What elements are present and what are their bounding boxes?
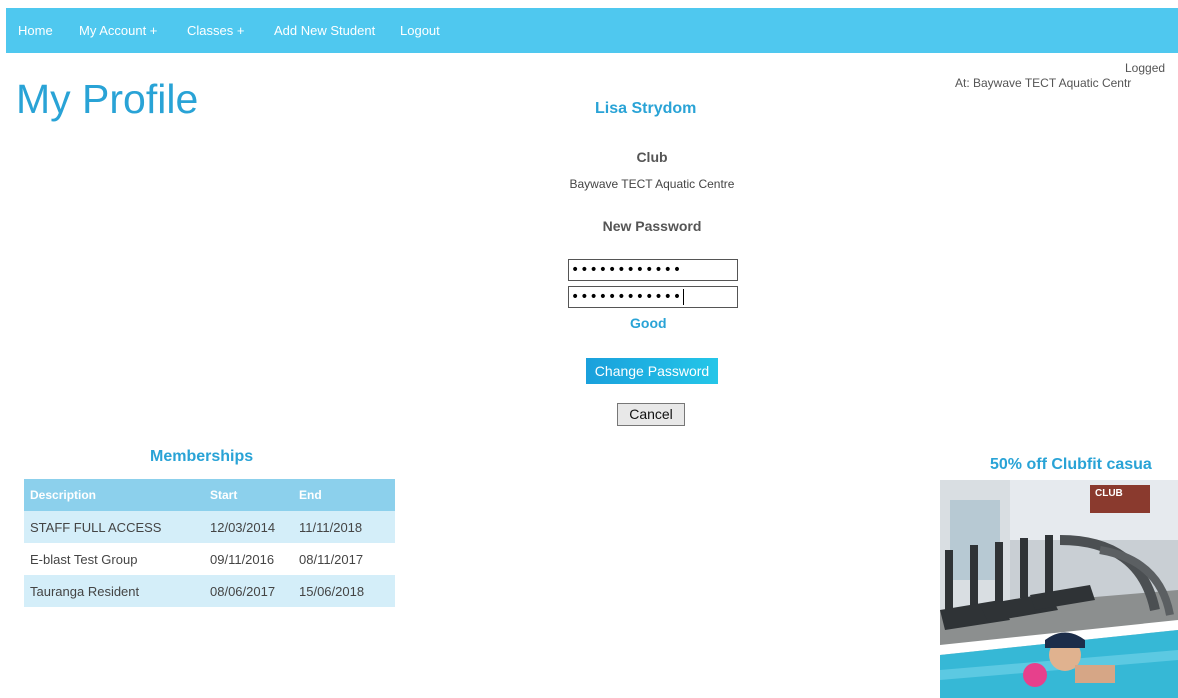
promo-image[interactable]: CLUB bbox=[940, 480, 1178, 698]
membership-description: Tauranga Resident bbox=[24, 575, 204, 607]
membership-end: 08/11/2017 bbox=[293, 543, 395, 575]
club-label: Club bbox=[636, 149, 668, 165]
password-strength: Good bbox=[630, 315, 667, 331]
column-header-end: End bbox=[293, 479, 395, 511]
nav-logout[interactable]: Logout bbox=[400, 23, 440, 38]
membership-end: 15/06/2018 bbox=[293, 575, 395, 607]
cancel-button[interactable]: Cancel bbox=[617, 403, 685, 426]
logged-in-text: Logged bbox=[1125, 61, 1166, 75]
table-row: STAFF FULL ACCESS 12/03/2014 11/11/2018 bbox=[24, 511, 395, 543]
membership-description: E-blast Test Group bbox=[24, 543, 204, 575]
nav-classes[interactable]: Classes + bbox=[187, 23, 244, 38]
password-mask: •••••••••••• bbox=[571, 262, 683, 278]
password-confirm-mask: •••••••••••• bbox=[571, 289, 683, 305]
column-header-description: Description bbox=[24, 479, 204, 511]
page-title: My Profile bbox=[16, 76, 199, 122]
change-password-button[interactable]: Change Password bbox=[586, 358, 718, 384]
confirm-password-input[interactable]: •••••••••••• bbox=[568, 286, 738, 308]
top-navbar: Home My Account + Classes + Add New Stud… bbox=[6, 8, 1178, 53]
text-caret bbox=[683, 289, 685, 305]
membership-start: 08/06/2017 bbox=[204, 575, 293, 607]
gym-pool-image: CLUB bbox=[940, 480, 1178, 698]
nav-my-account[interactable]: My Account + bbox=[79, 23, 157, 38]
table-row: E-blast Test Group 09/11/2016 08/11/2017 bbox=[24, 543, 395, 575]
logged-at-location: At: Baywave TECT Aquatic Centr bbox=[955, 76, 1132, 90]
profile-name: Lisa Strydom bbox=[595, 100, 697, 117]
table-row: Tauranga Resident 08/06/2017 15/06/2018 bbox=[24, 575, 395, 607]
club-sign: CLUB bbox=[1095, 488, 1123, 499]
column-header-start: Start bbox=[204, 479, 293, 511]
club-value: Baywave TECT Aquatic Centre bbox=[569, 177, 735, 191]
nav-home[interactable]: Home bbox=[18, 23, 53, 38]
nav-add-new-student[interactable]: Add New Student bbox=[274, 23, 375, 38]
membership-description: STAFF FULL ACCESS bbox=[24, 511, 204, 543]
new-password-label: New Password bbox=[602, 218, 702, 234]
table-header-row: Description Start End bbox=[24, 479, 395, 511]
new-password-input[interactable]: •••••••••••• bbox=[568, 259, 738, 281]
memberships-title: Memberships bbox=[150, 448, 254, 465]
memberships-table: Description Start End STAFF FULL ACCESS … bbox=[24, 479, 395, 607]
membership-start: 09/11/2016 bbox=[204, 543, 293, 575]
membership-start: 12/03/2014 bbox=[204, 511, 293, 543]
membership-end: 11/11/2018 bbox=[293, 511, 395, 543]
promo-title[interactable]: 50% off Clubfit casua bbox=[990, 456, 1152, 474]
